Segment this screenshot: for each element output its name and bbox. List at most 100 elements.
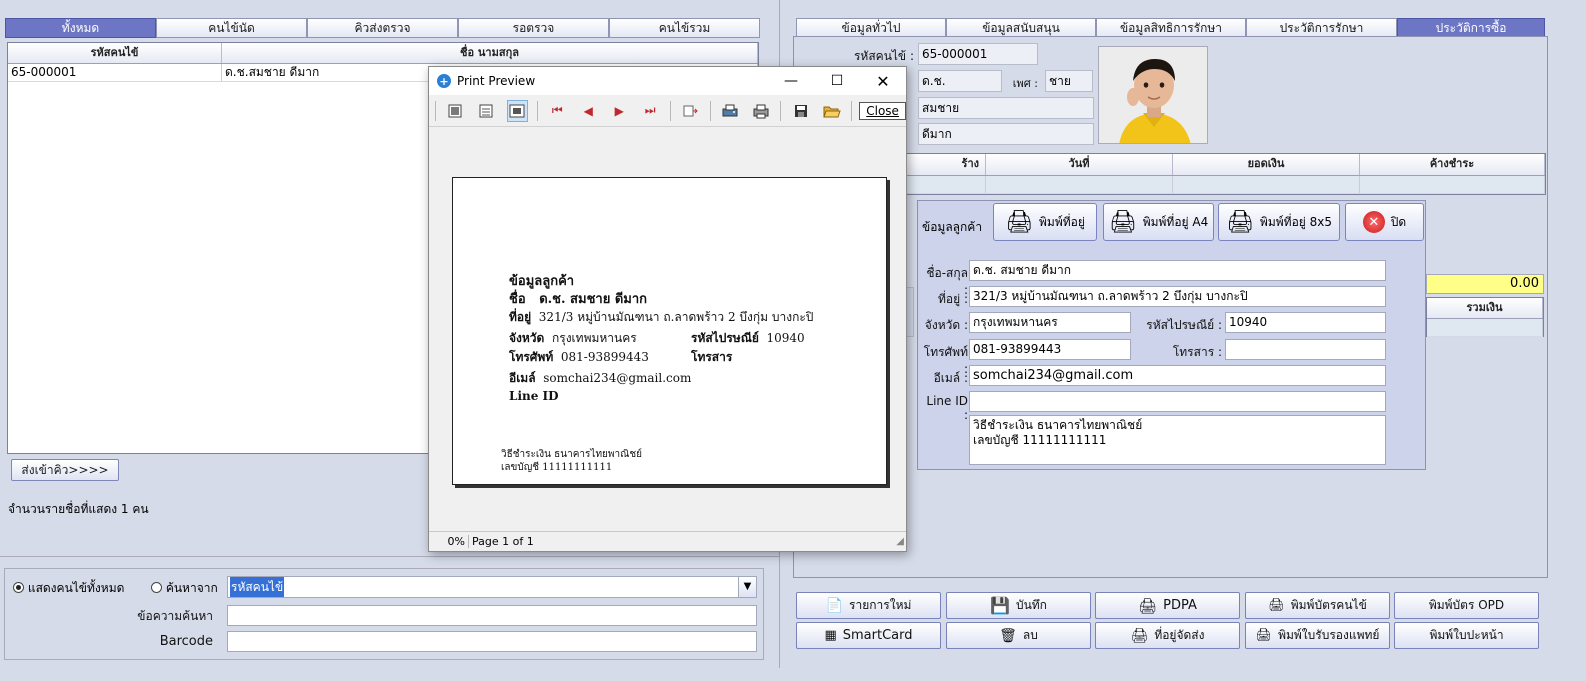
column-patient-id[interactable]: รหัสคนไข้ [8,43,222,63]
barcode-input[interactable] [227,631,757,652]
print-preview-window: + Print Preview — ☐ ✕ ⏮ ◀ ▶ ⏭ Close ข้อม… [428,66,907,552]
print-address-button[interactable]: 🖨 พิมพ์ที่อยู่ [993,203,1097,241]
maximize-icon[interactable]: ☐ [814,73,860,89]
cell-patient-id[interactable]: 65-000001 [8,64,222,81]
print-address-label: พิมพ์ที่อยู่ [1039,214,1085,229]
note-line-1: วิธีชำระเงิน ธนาคารไทยพาณิชย์ [973,418,1143,432]
tab-purchase-history[interactable]: ประวัติการซื้อ [1397,18,1545,38]
open-folder-icon[interactable] [821,100,842,122]
patient-photo [1098,46,1208,144]
column-amount[interactable]: ยอดเงิน [1173,154,1360,175]
sex-field[interactable]: ชาย [1045,70,1093,92]
search-text-input[interactable] [227,605,757,626]
province-label: จังหวัด : [924,318,968,332]
province-field[interactable]: กรุงเทพมหานคร [969,312,1131,333]
print-patient-card-button[interactable]: 🖨 พิมพ์บัตรคนไข้ [1245,592,1390,619]
tab-all-patients[interactable]: คนไข้รวม [609,18,760,38]
tab-all[interactable]: ทั้งหมด [5,18,156,38]
printer-icon: 🖨 [1108,209,1137,235]
close-window-icon[interactable]: ✕ [860,72,906,91]
preview-close-button[interactable]: Close [859,101,906,120]
last-page-icon[interactable]: ⏭ [640,100,661,122]
name-field[interactable]: ด.ช. สมชาย ดีมาก [969,260,1386,281]
email-label: อีเมล์ : [933,371,968,385]
new-record-label: รายการใหม่ [849,598,912,612]
column-date[interactable]: วันที่ [986,154,1173,175]
column-outstanding[interactable]: ค้างชำระ [1360,154,1545,175]
printer-icon: 🖨 [1138,596,1158,615]
print-setup-icon[interactable] [720,100,741,122]
shipping-address-label: ที่อยู่จัดส่ง [1154,628,1205,642]
one-page-icon[interactable] [445,100,466,122]
radio-search-by[interactable]: ค้นหาจาก [151,579,218,598]
delete-button[interactable]: 🗑 ลบ [946,622,1091,649]
preview-canvas[interactable]: ข้อมูลลูกค้า ชื่อ ด.ช. สมชาย ดีมาก ที่อย… [429,128,906,532]
phone-field[interactable]: 081-93899443 [969,339,1131,360]
tab-appointment[interactable]: คนไข้นัด [156,18,307,38]
go-to-page-icon[interactable] [680,100,701,122]
patient-id-label: รหัสคนไข้ : [853,49,914,63]
doc-fax-row: โทรสาร [691,348,732,367]
postcode-field[interactable]: 10940 [1225,312,1386,333]
tab-treatment-rights[interactable]: ข้อมูลสิทธิการรักษา [1096,18,1246,38]
print-address-a4-button[interactable]: 🖨 พิมพ์ที่อยู่ A4 [1103,203,1214,241]
prefix-field[interactable]: ด.ช. [918,70,1002,92]
two-pages-icon[interactable] [476,100,497,122]
print-patient-card-label: พิมพ์บัตรคนไข้ [1290,598,1367,612]
fax-field[interactable] [1225,339,1386,360]
email-field[interactable]: somchai234@gmail.com [969,365,1386,386]
print-address-8x5-button[interactable]: 🖨 พิมพ์ที่อยู่ 8x5 [1218,203,1340,241]
tab-general-info[interactable]: ข้อมูลทั่วไป [796,18,946,38]
print-opd-card-button[interactable]: พิมพ์บัตร OPD [1394,592,1539,619]
doc-postcode-row: รหัสไปรษณีย์ 10940 [691,329,805,348]
chevron-down-icon[interactable]: ▼ [738,577,756,597]
print-cover-sheet-button[interactable]: พิมพ์ใบปะหน้า [1394,622,1539,649]
tab-support-info[interactable]: ข้อมูลสนับสนุน [946,18,1096,38]
new-record-button[interactable]: 📄 รายการใหม่ [796,592,941,619]
tab-waiting[interactable]: รอตรวจ [458,18,609,38]
doc-address-row: ที่อยู่ 321/3 หมู่บ้านมัณฑนา ถ.ลาดพร้าว … [509,308,813,327]
doc-phone-label: โทรศัพท์ [509,350,554,364]
pdpa-button[interactable]: 🖨 PDPA [1095,592,1240,619]
save-icon[interactable] [790,100,811,122]
note-textarea[interactable]: วิธีชำระเงิน ธนาคารไทยพาณิชย์ เลขบัญชี 1… [969,415,1386,465]
smartcard-button[interactable]: ▦ SmartCard [796,622,941,649]
first-page-icon[interactable]: ⏮ [547,100,568,122]
search-by-select[interactable]: รหัสคนไข้ ▼ [227,576,757,598]
print-medical-cert-button[interactable]: 🖨 พิมพ์ใบรับรองแพทย์ [1245,622,1390,649]
radio-show-all[interactable]: แสดงคนไข้ทั้งหมด [13,579,124,598]
purchase-history-grid[interactable]: ร้าง วันที่ ยอดเงิน ค้างชำระ [798,153,1546,195]
total-grid: รวมเงิน [1426,297,1544,337]
shipping-address-button[interactable]: 🖨 ที่อยู่จัดส่ง [1095,622,1240,649]
send-to-queue-button[interactable]: ส่งเข้าคิว>>>> [11,459,119,481]
tab-treatment-history[interactable]: ประวัติการรักษา [1246,18,1397,38]
total-amount-field: 0.00 [1426,274,1544,294]
doc-postcode-label: รหัสไปรษณีย์ [691,331,759,345]
doc-fax-label: โทรสาร [691,350,733,364]
note-line-2: เลขบัญชี 11111111111 [973,433,1107,447]
line-id-label: Line ID : [926,394,968,422]
resize-grip-icon[interactable]: ◢ [896,536,904,547]
column-full-name[interactable]: ชื่อ นามสกุล [222,43,758,63]
table-row[interactable] [799,176,1545,194]
minimize-icon[interactable]: — [768,73,814,89]
tab-exam-queue[interactable]: คิวส่งตรวจ [307,18,458,38]
doc-province-label: จังหวัด [509,331,545,345]
previous-page-icon[interactable]: ◀ [578,100,599,122]
customer-info-dialog: ข้อมูลลูกค้า 🖨 พิมพ์ที่อยู่ 🖨 พิมพ์ที่อย… [917,200,1426,470]
radio-search-by-label: ค้นหาจาก [165,581,218,595]
first-name-field[interactable]: สมชาย [918,97,1094,119]
page-width-icon[interactable] [506,99,528,122]
address-field[interactable]: 321/3 หมู่บ้านมัณฑนา ถ.ลาดพร้าว 2 บึงกุ่… [969,286,1386,307]
smartcard-label: SmartCard [842,628,913,643]
close-dialog-button[interactable]: ✕ ปิด [1345,203,1424,241]
postcode-label: รหัสไปรษณีย์ : [1146,318,1222,332]
line-id-field[interactable] [969,391,1386,412]
print-preview-titlebar: + Print Preview — ☐ ✕ [429,67,906,95]
pdpa-label: PDPA [1163,598,1197,613]
last-name-field[interactable]: ดีมาก [918,123,1094,145]
patient-id-field[interactable]: 65-000001 [918,43,1038,65]
print-icon[interactable] [750,100,771,122]
save-button[interactable]: 💾 บันทึก [946,592,1091,619]
next-page-icon[interactable]: ▶ [609,100,630,122]
